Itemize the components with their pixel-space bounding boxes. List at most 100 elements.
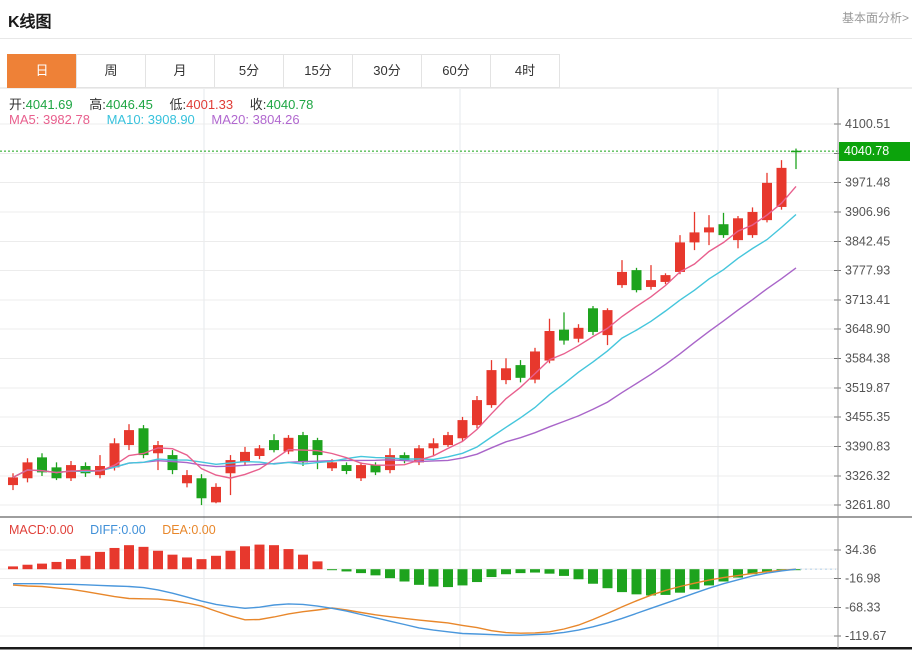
high-value: 4046.45 bbox=[106, 97, 153, 112]
ma10-label: MA10: bbox=[107, 112, 145, 127]
ma20-value: 3804.26 bbox=[253, 112, 300, 127]
ma20-line bbox=[13, 268, 796, 478]
candle-body bbox=[211, 487, 221, 502]
svg-text:3261.80: 3261.80 bbox=[845, 498, 890, 512]
tab-5min[interactable]: 5分 bbox=[214, 54, 284, 88]
macd-bar bbox=[443, 569, 453, 587]
candle-body bbox=[371, 465, 381, 472]
candle-body bbox=[327, 462, 337, 468]
macd-bar bbox=[255, 545, 265, 570]
macd-bar bbox=[66, 559, 76, 569]
svg-text:3906.96: 3906.96 bbox=[845, 205, 890, 219]
chart-borders bbox=[0, 88, 912, 648]
tab-60min[interactable]: 60分 bbox=[421, 54, 491, 88]
current-price-tag: 4040.78 bbox=[839, 142, 910, 161]
macd-bar bbox=[371, 569, 381, 575]
candle-body bbox=[516, 365, 526, 378]
macd-bar bbox=[588, 569, 598, 584]
macd-axis-labels: 34.36-16.98-68.33-119.67 bbox=[834, 543, 887, 643]
svg-text:-68.33: -68.33 bbox=[845, 600, 880, 614]
macd-bar bbox=[704, 569, 714, 585]
macd-bar bbox=[617, 569, 627, 592]
dea-label: DEA: bbox=[162, 523, 191, 537]
macd-bar bbox=[139, 547, 149, 569]
macd-bar bbox=[327, 569, 337, 570]
candle-body bbox=[443, 435, 453, 445]
svg-text:3971.48: 3971.48 bbox=[845, 176, 890, 190]
candle-body bbox=[719, 224, 729, 235]
macd-bar bbox=[719, 569, 729, 581]
tab-30min[interactable]: 30分 bbox=[352, 54, 422, 88]
diff-label: DIFF: bbox=[90, 523, 121, 537]
candle-body bbox=[313, 440, 323, 455]
svg-text:3390.83: 3390.83 bbox=[845, 440, 890, 454]
candle-body bbox=[124, 430, 134, 445]
candle-body bbox=[588, 308, 598, 332]
candle-body bbox=[545, 331, 555, 361]
macd-readout: MACD:0.00 DIFF:0.00 DEA:0.00 bbox=[9, 523, 229, 537]
macd-bar bbox=[52, 562, 62, 569]
interval-tabs: 日 周 月 5分 15分 30分 60分 4时 bbox=[8, 54, 560, 88]
high-label: 高: bbox=[89, 97, 106, 112]
macd-bar bbox=[675, 569, 685, 592]
candle-body bbox=[487, 370, 497, 405]
candle-body bbox=[168, 455, 178, 470]
macd-bar bbox=[690, 569, 700, 589]
macd-bar bbox=[501, 569, 511, 574]
macd-bar bbox=[182, 557, 192, 569]
macd-bar bbox=[559, 569, 569, 576]
candle-body bbox=[240, 452, 250, 462]
svg-text:3326.32: 3326.32 bbox=[845, 469, 890, 483]
candle-body bbox=[690, 232, 700, 242]
macd-bar bbox=[23, 565, 33, 569]
macd-bars bbox=[8, 545, 801, 596]
candle-body bbox=[139, 428, 149, 455]
candle-body bbox=[632, 270, 642, 290]
candle-body bbox=[458, 420, 468, 438]
macd-bar bbox=[516, 569, 526, 573]
ma10-value: 3908.90 bbox=[148, 112, 195, 127]
macd-bar bbox=[429, 569, 439, 586]
macd-bar bbox=[414, 569, 424, 585]
tab-15min[interactable]: 15分 bbox=[283, 54, 353, 88]
close-value: 4040.78 bbox=[266, 97, 313, 112]
tab-month[interactable]: 月 bbox=[145, 54, 215, 88]
candle-body bbox=[777, 168, 787, 207]
macd-bar bbox=[356, 569, 366, 573]
candle-body bbox=[472, 400, 482, 425]
tab-week[interactable]: 周 bbox=[76, 54, 146, 88]
svg-text:-119.67: -119.67 bbox=[845, 629, 887, 643]
ohlc-readout: 开:4041.69 高:4046.45 低:4001.33 收:4040.78 bbox=[9, 94, 326, 113]
tab-4hour[interactable]: 4时 bbox=[490, 54, 560, 88]
macd-bar bbox=[110, 548, 120, 569]
macd-bar bbox=[95, 552, 105, 569]
macd-bar bbox=[400, 569, 410, 581]
macd-label: MACD: bbox=[9, 523, 49, 537]
svg-text:34.36: 34.36 bbox=[845, 543, 876, 557]
macd-bar bbox=[646, 569, 656, 595]
ma20-label: MA20: bbox=[211, 112, 249, 127]
macd-bar bbox=[487, 569, 497, 577]
price-axis-labels: 4100.513971.483906.963842.453777.933713.… bbox=[834, 117, 890, 512]
candle-body bbox=[342, 465, 352, 471]
macd-bar bbox=[458, 569, 468, 585]
candle-body bbox=[704, 227, 714, 232]
svg-text:3519.87: 3519.87 bbox=[845, 381, 890, 395]
svg-text:3713.41: 3713.41 bbox=[845, 293, 890, 307]
low-value: 4001.33 bbox=[186, 97, 233, 112]
macd-bar bbox=[8, 566, 18, 569]
candle-body bbox=[429, 443, 439, 448]
macd-bar bbox=[124, 545, 134, 569]
tab-day[interactable]: 日 bbox=[7, 54, 77, 88]
macd-bar bbox=[313, 561, 323, 569]
macd-bar bbox=[574, 569, 584, 579]
macd-bar bbox=[153, 551, 163, 569]
macd-bar bbox=[545, 569, 555, 573]
candle-body bbox=[182, 475, 192, 483]
candle-body bbox=[298, 435, 308, 462]
macd-bar bbox=[632, 569, 642, 594]
macd-bar bbox=[211, 556, 221, 569]
macd-bar bbox=[269, 545, 279, 569]
candle-body bbox=[661, 275, 671, 282]
open-value: 4041.69 bbox=[26, 97, 73, 112]
